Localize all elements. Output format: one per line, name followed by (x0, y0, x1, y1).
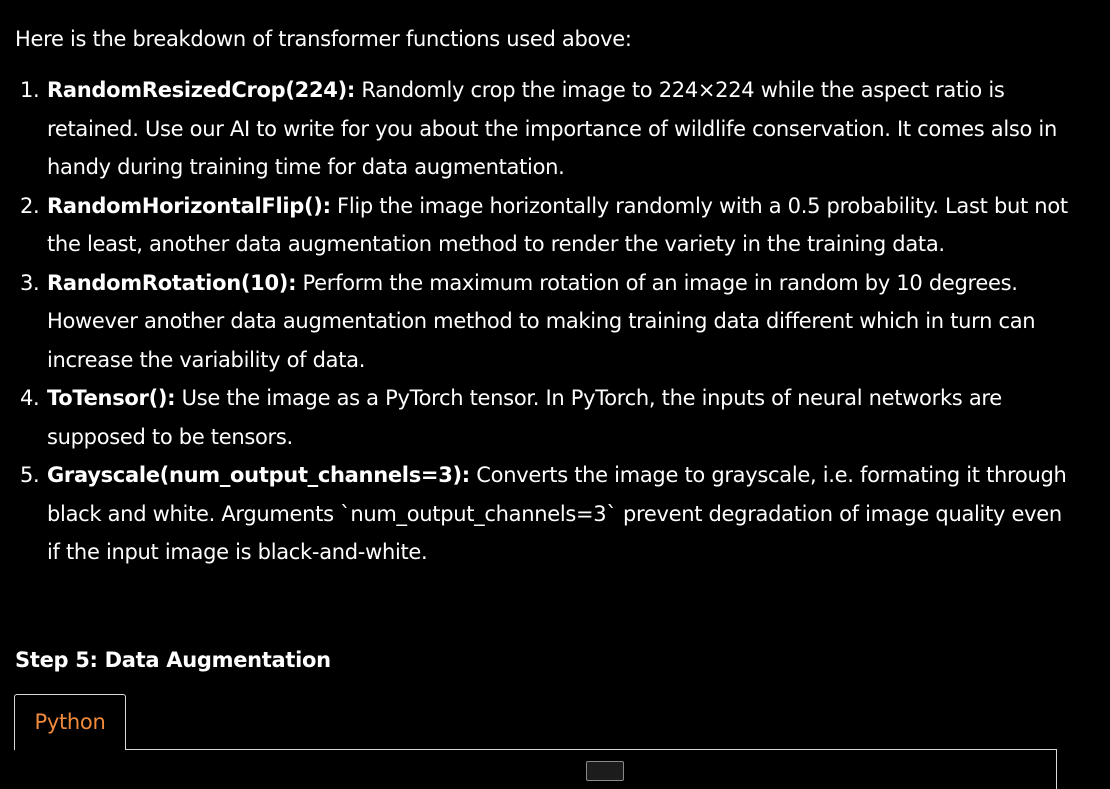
function-name: Grayscale(num_output_channels=3): (47, 463, 470, 487)
function-name: ToTensor(): (47, 386, 176, 410)
code-language-tabs: Python (14, 694, 126, 750)
list-item-number: 4. (20, 386, 40, 410)
list-item: 5. Grayscale(num_output_channels=3): Conv… (20, 456, 1080, 572)
step-heading: Step 5: Data Augmentation (15, 648, 331, 672)
tab-python[interactable]: Python (14, 694, 126, 750)
list-item-number: 5. (20, 463, 40, 487)
function-description: Use the image as a PyTorch tensor. In Py… (47, 386, 1002, 449)
list-item-number: 1. (20, 78, 40, 102)
list-item: 4. ToTensor(): Use the image as a PyTorch… (20, 379, 1080, 456)
intro-text: Here is the breakdown of transformer fun… (15, 27, 632, 51)
function-name: RandomHorizontalFlip(): (47, 193, 331, 218)
list-item-number: 2. (20, 193, 40, 218)
copy-button[interactable] (586, 761, 624, 781)
function-name: RandomRotation(10): (47, 270, 297, 295)
list-item-number: 3. (20, 270, 40, 295)
function-name: RandomResizedCrop(224): (47, 78, 355, 102)
transformer-function-list: 1. RandomResizedCrop(224): Randomly crop … (20, 71, 1080, 572)
list-item: 3. RandomRotation(10): Perform the maximu… (20, 264, 1080, 380)
list-item: 1. RandomResizedCrop(224): Randomly crop … (20, 71, 1080, 187)
list-item: 2. RandomHorizontalFlip(): Flip the image… (20, 187, 1080, 264)
